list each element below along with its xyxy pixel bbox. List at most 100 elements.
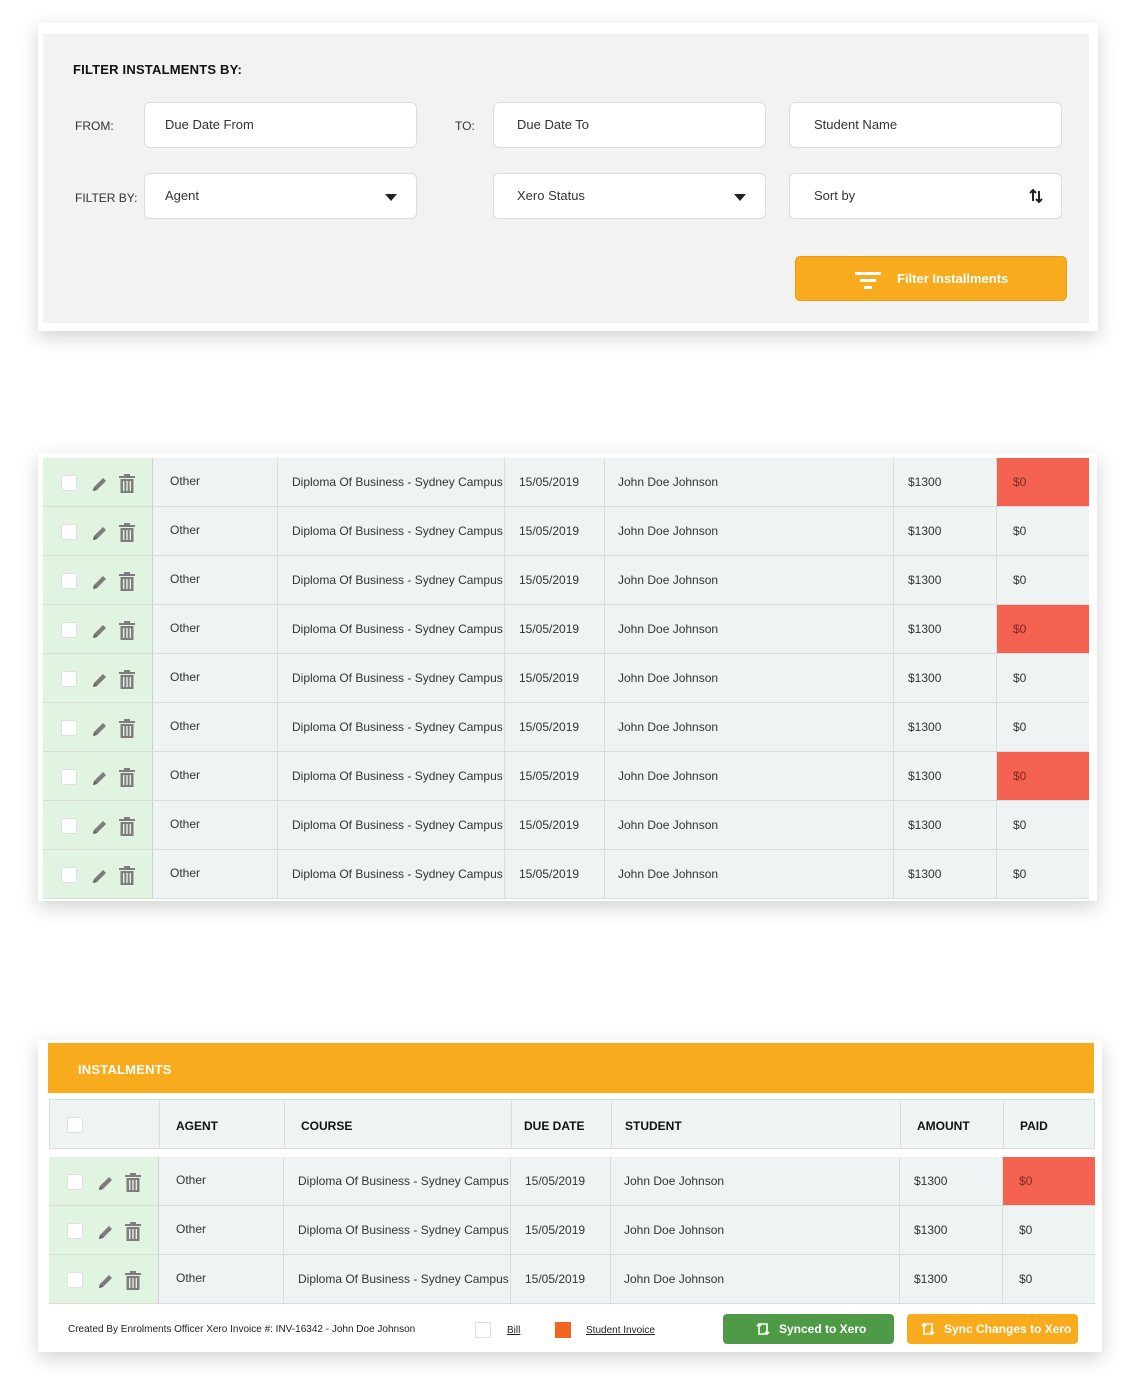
- row-actions: [43, 801, 153, 849]
- cell-agent: Other: [153, 801, 278, 849]
- row-actions: [43, 703, 153, 751]
- row-checkbox[interactable]: [67, 1272, 83, 1288]
- edit-icon[interactable]: [97, 1223, 115, 1241]
- student-name-placeholder: Student Name: [814, 117, 898, 132]
- trash-icon[interactable]: [125, 1222, 141, 1241]
- dropdown-caret-icon: [385, 194, 397, 201]
- sync-changes-to-xero-button[interactable]: Sync Changes to Xero: [907, 1314, 1078, 1344]
- row-checkbox[interactable]: [61, 720, 77, 736]
- synced-to-xero-label: Synced to Xero: [779, 1322, 867, 1336]
- row-actions: [43, 752, 153, 800]
- table-row[interactable]: Other Diploma Of Business - Sydney Campus…: [43, 458, 1089, 507]
- header-due-date[interactable]: DUE DATE: [512, 1100, 612, 1148]
- cell-agent: Other: [153, 850, 278, 898]
- edit-icon[interactable]: [91, 818, 109, 836]
- cell-paid-value: $0: [1019, 1223, 1033, 1237]
- due-date-from-input[interactable]: Due Date From: [144, 102, 417, 148]
- cell-paid-value: $0: [1013, 720, 1027, 734]
- table-row[interactable]: Other Diploma Of Business - Sydney Campus…: [49, 1206, 1095, 1255]
- row-checkbox[interactable]: [61, 867, 77, 883]
- table-row[interactable]: Other Diploma Of Business - Sydney Campus…: [43, 801, 1089, 850]
- trash-icon[interactable]: [119, 621, 135, 640]
- cell-due: 15/05/2019: [511, 1157, 611, 1205]
- filter-installments-button[interactable]: Filter Installments: [795, 256, 1067, 301]
- due-date-to-input[interactable]: Due Date To: [493, 102, 766, 148]
- cell-paid: $0: [997, 801, 1089, 849]
- edit-icon[interactable]: [91, 769, 109, 787]
- cell-agent-value: Other: [176, 1173, 207, 1187]
- cell-due: 15/05/2019: [505, 654, 605, 702]
- table-row[interactable]: Other Diploma Of Business - Sydney Campus…: [43, 507, 1089, 556]
- student-name-input[interactable]: Student Name: [789, 102, 1062, 148]
- row-checkbox[interactable]: [67, 1174, 83, 1190]
- cell-student: John Doe Johnson: [605, 801, 894, 849]
- cell-amount: $1300: [894, 850, 997, 898]
- row-checkbox[interactable]: [61, 769, 77, 785]
- row-checkbox[interactable]: [61, 524, 77, 540]
- legend-bill-label[interactable]: Bill: [507, 1325, 520, 1336]
- header-student[interactable]: STUDENT: [612, 1100, 901, 1148]
- table-row[interactable]: Other Diploma Of Business - Sydney Campus…: [43, 850, 1089, 899]
- cell-due-value: 15/05/2019: [519, 524, 580, 538]
- row-checkbox[interactable]: [67, 1223, 83, 1239]
- cell-student-value: John Doe Johnson: [618, 524, 719, 538]
- from-label: FROM:: [75, 119, 114, 133]
- trash-icon[interactable]: [119, 670, 135, 689]
- legend-student-invoice-label[interactable]: Student Invoice: [586, 1325, 655, 1336]
- table-row[interactable]: Other Diploma Of Business - Sydney Campus…: [43, 654, 1089, 703]
- header-course[interactable]: COURSE: [285, 1100, 512, 1148]
- edit-icon[interactable]: [91, 573, 109, 591]
- edit-icon[interactable]: [97, 1174, 115, 1192]
- table-row[interactable]: Other Diploma Of Business - Sydney Campus…: [43, 752, 1089, 801]
- header-amount[interactable]: AMOUNT: [901, 1100, 1004, 1148]
- filter-panel-body: FILTER INSTALMENTS BY: FROM: Due Date Fr…: [43, 34, 1089, 323]
- agent-select[interactable]: Agent: [144, 173, 417, 219]
- table-row[interactable]: Other Diploma Of Business - Sydney Campus…: [49, 1255, 1095, 1304]
- trash-icon[interactable]: [119, 817, 135, 836]
- select-all-checkbox[interactable]: [67, 1117, 83, 1133]
- to-label: TO:: [455, 119, 475, 133]
- edit-icon[interactable]: [91, 671, 109, 689]
- table-row[interactable]: Other Diploma Of Business - Sydney Campus…: [49, 1157, 1095, 1206]
- filter-icon: [855, 272, 881, 289]
- sync-changes-to-xero-label: Sync Changes to Xero: [944, 1322, 1072, 1336]
- trash-icon[interactable]: [119, 523, 135, 542]
- header-paid[interactable]: PAID: [1004, 1100, 1096, 1148]
- trash-icon[interactable]: [125, 1271, 141, 1290]
- row-checkbox[interactable]: [61, 671, 77, 687]
- header-agent[interactable]: AGENT: [160, 1100, 285, 1148]
- row-actions: [43, 507, 153, 555]
- trash-icon[interactable]: [119, 768, 135, 787]
- row-checkbox[interactable]: [61, 622, 77, 638]
- table-row[interactable]: Other Diploma Of Business - Sydney Campus…: [43, 703, 1089, 752]
- edit-icon[interactable]: [91, 475, 109, 493]
- trash-icon[interactable]: [119, 474, 135, 493]
- cell-student: John Doe Johnson: [605, 507, 894, 555]
- cell-amount-value: $1300: [908, 671, 942, 685]
- cell-paid: $0: [1003, 1255, 1095, 1303]
- trash-icon[interactable]: [125, 1173, 141, 1192]
- trash-icon[interactable]: [119, 866, 135, 885]
- edit-icon[interactable]: [91, 524, 109, 542]
- header-due-date-label: DUE DATE: [524, 1119, 585, 1133]
- cell-paid: $0: [1003, 1157, 1095, 1205]
- cell-amount: $1300: [900, 1157, 1003, 1205]
- row-checkbox[interactable]: [61, 475, 77, 491]
- cell-paid: $0: [997, 507, 1089, 555]
- edit-icon[interactable]: [91, 720, 109, 738]
- edit-icon[interactable]: [91, 622, 109, 640]
- synced-to-xero-button[interactable]: Synced to Xero: [723, 1314, 894, 1344]
- row-checkbox[interactable]: [61, 818, 77, 834]
- table-row[interactable]: Other Diploma Of Business - Sydney Campus…: [43, 556, 1089, 605]
- sort-by-select[interactable]: Sort by: [789, 173, 1062, 219]
- xero-status-select[interactable]: Xero Status: [493, 173, 766, 219]
- cell-student: John Doe Johnson: [605, 556, 894, 604]
- row-checkbox[interactable]: [61, 573, 77, 589]
- cell-due: 15/05/2019: [505, 801, 605, 849]
- trash-icon[interactable]: [119, 572, 135, 591]
- instalments-table-preview: Other Diploma Of Business - Sydney Campus…: [38, 453, 1097, 901]
- edit-icon[interactable]: [91, 867, 109, 885]
- table-row[interactable]: Other Diploma Of Business - Sydney Campus…: [43, 605, 1089, 654]
- trash-icon[interactable]: [119, 719, 135, 738]
- edit-icon[interactable]: [97, 1272, 115, 1290]
